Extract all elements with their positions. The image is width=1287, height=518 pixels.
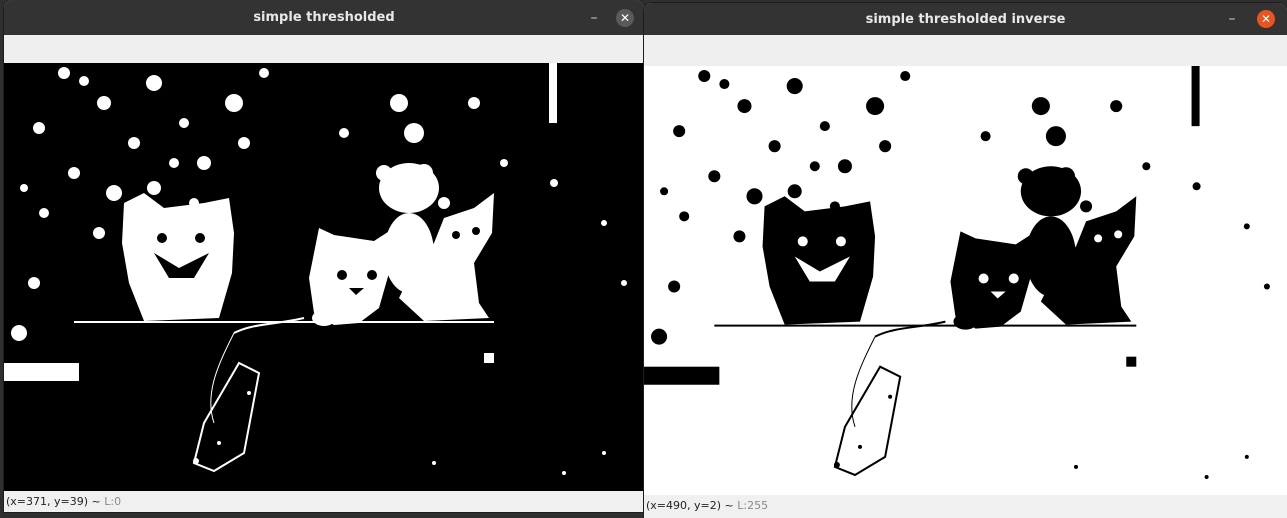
toolbar xyxy=(644,35,1287,66)
status-bar: (x=490, y=2) ~ L:255 xyxy=(644,495,1287,516)
titlebar[interactable]: simple thresholded – ✕ xyxy=(4,0,644,35)
minimize-icon[interactable]: – xyxy=(584,8,604,28)
window-title: simple thresholded xyxy=(253,10,395,25)
minimize-icon[interactable]: – xyxy=(1222,9,1242,29)
cursor-coordinates: (x=371, y=39) ~ xyxy=(6,495,105,508)
threshold-image-graphic xyxy=(4,63,644,491)
titlebar[interactable]: simple thresholded inverse – ✕ xyxy=(644,3,1287,35)
threshold-inverse-image[interactable] xyxy=(644,66,1287,495)
window-simple-thresholded-inverse: simple thresholded inverse – ✕ (x=490, y… xyxy=(644,3,1287,518)
threshold-image[interactable] xyxy=(4,63,644,491)
close-icon[interactable]: ✕ xyxy=(1257,10,1275,28)
status-bar: (x=371, y=39) ~ L:0 xyxy=(4,491,644,512)
threshold-inverse-image-graphic xyxy=(644,66,1287,495)
window-title: simple thresholded inverse xyxy=(865,11,1066,27)
close-icon[interactable]: ✕ xyxy=(616,8,634,27)
toolbar xyxy=(4,35,644,63)
window-simple-thresholded: simple thresholded – ✕ (x=371, y=39) ~ L… xyxy=(4,0,644,512)
cursor-coordinates: (x=490, y=2) ~ xyxy=(646,499,738,512)
luminance-value: L:255 xyxy=(737,499,769,512)
luminance-value: L:0 xyxy=(104,495,122,508)
